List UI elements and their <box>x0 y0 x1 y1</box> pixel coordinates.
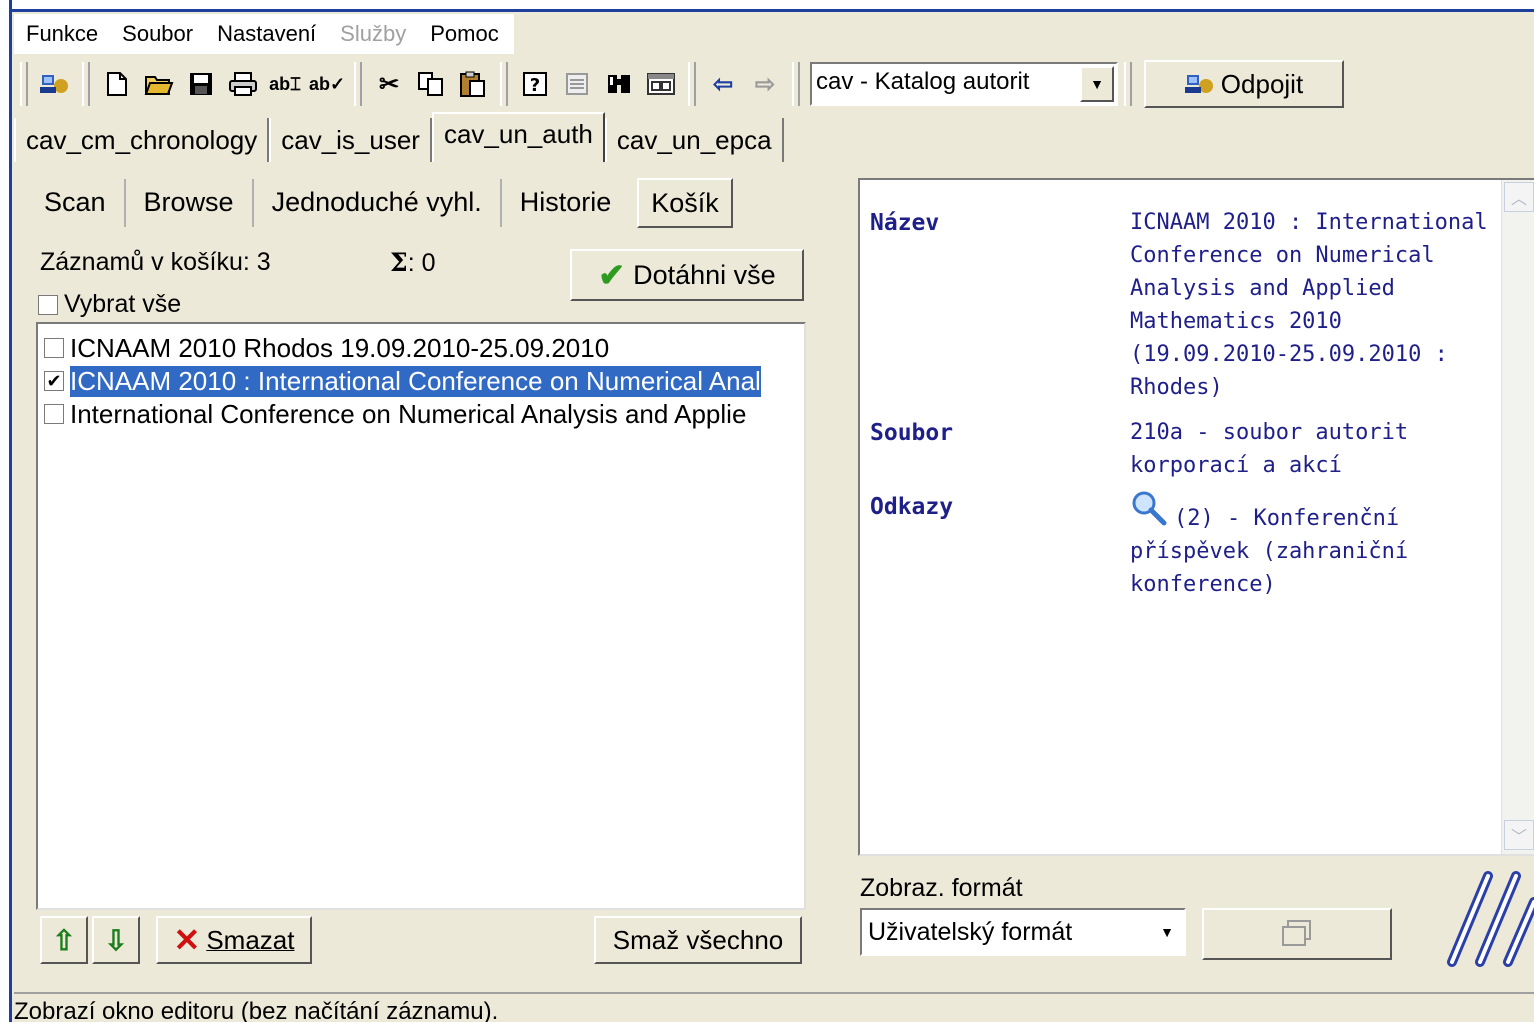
toolbar: ab⌶ ab✓ ✂ ? ⇦ ⇨ cav - Katalog autorit ▼ … <box>14 56 1534 112</box>
window-top-border <box>0 0 1534 12</box>
menu-nastaveni[interactable]: Nastavení <box>205 21 328 47</box>
tab-cav-is-user[interactable]: cav_is_user <box>269 118 432 162</box>
disconnect-icon <box>1184 75 1213 93</box>
select-all[interactable]: Vybrat vše <box>38 290 181 319</box>
record-detail-panel: Název ICNAAM 2010 : International Confer… <box>858 178 1534 856</box>
toolbar-separator <box>792 62 800 106</box>
tab-cav-cm-chronology[interactable]: cav_cm_chronology <box>14 118 270 162</box>
tab-history[interactable]: Historie <box>502 179 630 227</box>
item-label: ICNAAM 2010 : International Conference o… <box>69 364 762 398</box>
display-format-label: Zobraz. formát <box>860 874 1023 902</box>
toolbar-separator <box>82 62 90 106</box>
tab-scan[interactable]: Scan <box>26 179 126 227</box>
list-item-selected[interactable]: ✔ ICNAAM 2010 : International Conference… <box>44 364 804 398</box>
toolbar-separator <box>20 62 28 106</box>
svg-text:?: ? <box>530 75 540 96</box>
binoculars-icon[interactable] <box>598 62 640 106</box>
tab-simple-search[interactable]: Jednoduché vyhl. <box>254 179 502 227</box>
field-label-soubor: Soubor <box>870 420 954 446</box>
cut-icon[interactable]: ✂ <box>368 62 410 106</box>
toolbar-separator <box>354 62 362 106</box>
database-select[interactable]: cav - Katalog autorit ▼ <box>810 62 1118 106</box>
tab-basket[interactable]: Košík <box>637 178 733 228</box>
delete-all-button[interactable]: Smaž všechno <box>594 916 802 964</box>
field-value-odkazy: (2) - Konferenční příspěvek (zahraniční … <box>1130 506 1409 597</box>
database-tabs: cav_cm_chronology cav_is_user cav_un_aut… <box>14 112 1534 162</box>
menu-soubor[interactable]: Soubor <box>110 21 205 47</box>
select-all-checkbox[interactable] <box>38 294 58 315</box>
menu-bar: Funkce Soubor Nastavení Služby Pomoc <box>14 14 514 54</box>
magnifier-icon[interactable] <box>1130 490 1170 528</box>
fetch-all-button[interactable]: ✔ Dotáhni vše <box>570 249 804 301</box>
arrow-down-icon: ⇩ <box>104 924 128 956</box>
fetch-all-label: Dotáhni vše <box>633 259 776 290</box>
move-up-button[interactable]: ⇧ <box>40 916 88 964</box>
disconnect-button[interactable]: Odpojit <box>1144 60 1344 108</box>
status-bar: Zobrazí okno editoru (bez načítání zázna… <box>14 992 1534 1022</box>
help-icon[interactable]: ? <box>514 62 556 106</box>
display-format-value: Uživatelský formát <box>868 918 1073 946</box>
item-checkbox[interactable] <box>44 338 64 358</box>
select-all-label: Vybrat vše <box>64 290 182 318</box>
toolbar-separator <box>1124 62 1132 106</box>
arrow-up-icon: ⇧ <box>52 924 76 956</box>
search-mode-tabs: Scan Browse Jednoduché vyhl. Historie Ko… <box>26 178 836 228</box>
list-item[interactable]: International Conference on Numerical An… <box>44 398 804 430</box>
checkmark-icon: ✔ <box>598 257 626 293</box>
delete-all-label: Smaž všechno <box>612 924 784 955</box>
field-label-nazev: Název <box>870 210 940 236</box>
menu-pomoc[interactable]: Pomoc <box>418 21 510 47</box>
toolbar-separator <box>688 62 696 106</box>
open-folder-icon[interactable] <box>138 62 180 106</box>
copy-icon[interactable] <box>410 62 452 106</box>
window-layout-icon[interactable] <box>640 62 682 106</box>
list-item[interactable]: ICNAAM 2010 Rhodos 19.09.2010-25.09.2010 <box>44 332 804 364</box>
connect-icon[interactable] <box>34 62 76 106</box>
chevron-down-icon[interactable]: ▼ <box>1156 920 1178 944</box>
windows-icon <box>1282 920 1311 946</box>
field-value-nazev: ICNAAM 2010 : International Conference o… <box>1130 210 1488 400</box>
item-checkbox[interactable] <box>44 404 64 424</box>
new-document-icon[interactable] <box>96 62 138 106</box>
tab-cav-un-auth[interactable]: cav_un_auth <box>431 112 605 162</box>
window-left-border <box>0 0 12 1022</box>
basket-list[interactable]: ICNAAM 2010 Rhodos 19.09.2010-25.09.2010… <box>36 322 806 910</box>
spellcheck-icon[interactable]: ab✓ <box>306 62 348 106</box>
forward-arrow-icon: ⇨ <box>754 70 776 98</box>
format-windows-button <box>1202 908 1392 960</box>
paste-icon[interactable] <box>452 62 494 106</box>
print-icon[interactable] <box>222 62 264 106</box>
chevron-down-icon[interactable]: ▼ <box>1080 66 1114 102</box>
tab-cav-un-epca[interactable]: cav_un_epca <box>604 118 784 162</box>
delete-x-icon: ✕ <box>173 922 201 958</box>
display-format-select[interactable]: Uživatelský formát ▼ <box>860 908 1186 956</box>
move-down-button[interactable]: ⇩ <box>92 916 140 964</box>
database-select-value: cav - Katalog autorit <box>816 68 1030 95</box>
item-label: International Conference on Numerical An… <box>70 398 747 429</box>
sigma-value: : 0 <box>407 249 436 277</box>
save-icon[interactable] <box>180 62 222 106</box>
scroll-up-icon[interactable]: ︿ <box>1504 182 1534 212</box>
sigma-counter: Σ: 0 <box>390 248 435 278</box>
back-arrow-icon[interactable]: ⇦ <box>702 62 744 106</box>
menu-sluzby: Služby <box>340 21 407 46</box>
scroll-down-icon[interactable]: ﹀ <box>1504 820 1534 850</box>
app-logo <box>1447 871 1534 967</box>
item-checkbox-checked[interactable]: ✔ <box>44 371 64 391</box>
tab-browse[interactable]: Browse <box>126 179 254 227</box>
toolbar-separator <box>500 62 508 106</box>
delete-button[interactable]: ✕ Smazat <box>156 916 312 964</box>
sigma-symbol: Σ <box>390 248 408 277</box>
menu-funkce[interactable]: Funkce <box>14 21 110 47</box>
delete-label: Smazat <box>206 924 295 955</box>
basket-count: Záznamů v košíku: 3 <box>40 248 271 276</box>
disconnect-label: Odpojit <box>1220 68 1304 99</box>
detail-scrollbar[interactable]: ︿ ﹀ <box>1501 180 1534 854</box>
find-replace-icon[interactable]: ab⌶ <box>264 62 306 106</box>
record-list-icon <box>556 62 598 106</box>
field-label-odkazy: Odkazy <box>870 494 954 520</box>
item-label: ICNAAM 2010 Rhodos 19.09.2010-25.09.2010 <box>70 332 610 363</box>
field-value-soubor: 210a - soubor autorit korporací a akcí <box>1130 420 1409 478</box>
